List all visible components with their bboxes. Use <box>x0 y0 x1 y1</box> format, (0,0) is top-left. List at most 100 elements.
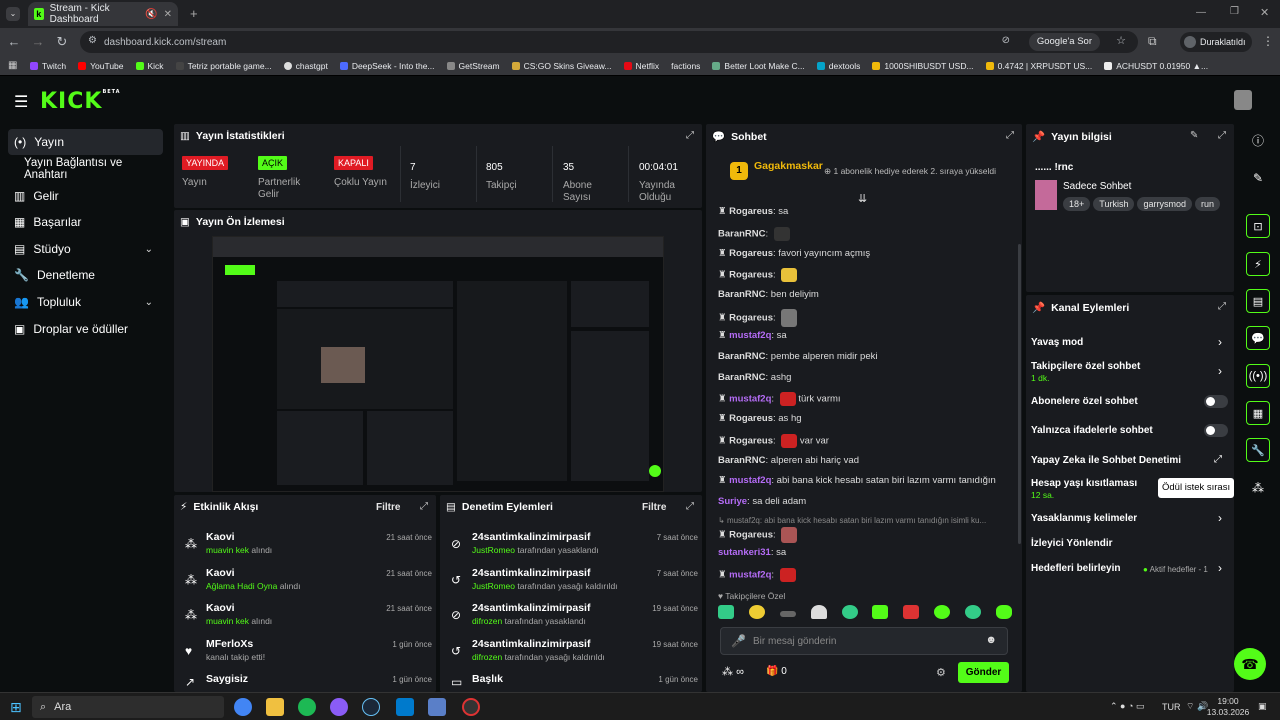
action-redirect-viewers[interactable]: İzleyici Yönlendir <box>1031 538 1113 549</box>
gift-sub-button[interactable]: 🎁 0 <box>766 666 787 677</box>
chat-message[interactable]: ♜ mustaf2q: <box>718 568 796 582</box>
action-set-goals[interactable]: Hedefleri belirleyin <box>1031 563 1120 574</box>
emote-icon[interactable] <box>810 605 827 619</box>
pencil-icon[interactable]: ✎ <box>1246 166 1270 190</box>
support-chat-icon[interactable]: ☎ <box>1234 648 1266 680</box>
close-window-icon[interactable]: ✕ <box>1260 6 1269 19</box>
rail-broadcast-icon[interactable]: ((•)) <box>1246 364 1270 388</box>
expand-icon[interactable]: ⤢ <box>1218 130 1226 141</box>
rail-grid-icon[interactable]: ▦ <box>1246 401 1270 425</box>
activity-row[interactable]: ↗ Saygisiz 1 gün önce <box>182 673 432 691</box>
chat-message[interactable]: ♜ Rogareus: <box>718 527 798 543</box>
bookmark-factions[interactable]: factions <box>671 61 700 71</box>
expand-icon[interactable]: ⤢ <box>1006 130 1014 141</box>
moderation-row[interactable]: ▭ Başlık 1 gün önce <box>448 673 698 691</box>
collapse-pinned-icon[interactable]: ⇊ <box>858 192 867 205</box>
browser-menu-icon[interactable]: ⋮ <box>1262 34 1274 48</box>
taskbar-search[interactable]: ⌕ Ara <box>32 696 224 718</box>
bookmark-getstream[interactable]: GetStream <box>446 61 500 71</box>
hamburger-menu-icon[interactable]: ☰ <box>14 92 28 112</box>
bookmark-xrp[interactable]: 0.4742 | XRPUSDT US... <box>985 61 1092 71</box>
app-taskbar-icon[interactable] <box>428 698 446 716</box>
spotify-taskbar-icon[interactable] <box>298 698 316 716</box>
bookmark-chatgpt[interactable]: chastgpt <box>283 61 328 71</box>
vscode-taskbar-icon[interactable] <box>396 698 414 716</box>
bookmark-csgo[interactable]: CS:GO Skins Giveaw... <box>511 61 612 71</box>
action-followers-only[interactable]: Takipçilere özel sohbet 1 dk. <box>1031 361 1140 383</box>
bookmark-dextools[interactable]: dextools <box>816 61 860 71</box>
moderation-row[interactable]: ↺ 24santimkalinzimirpasif JustRomeo tarafı… <box>448 567 698 601</box>
channel-points-icon[interactable]: ⁂ ∞ <box>722 665 744 678</box>
chat-message[interactable]: ♜ Rogareus: <box>718 309 798 327</box>
action-banned-words[interactable]: Yasaklanmış kelimeler <box>1031 513 1137 524</box>
activity-row[interactable]: ⁂ Kaovi muavin kek alındı 21 saat önce <box>182 531 432 565</box>
back-icon[interactable]: ← <box>4 34 24 49</box>
close-tab-icon[interactable]: ✕ <box>164 9 172 20</box>
chat-message[interactable]: BaranRNC: ben deliyim <box>718 289 819 300</box>
emote-only-toggle[interactable] <box>1204 424 1228 437</box>
emote-icon[interactable] <box>903 605 920 619</box>
kick-logo[interactable]: KICKBETA <box>40 89 121 114</box>
activity-row[interactable]: ♥ MFerloXs kanalı takip etti! 1 gün önce <box>182 638 432 672</box>
bookmark-deepseek[interactable]: DeepSeek - Into the... <box>339 61 435 71</box>
browser-tab[interactable]: k Stream - Kick Dashboard 🔇 ✕ <box>28 2 178 26</box>
bookmark-betterloot[interactable]: Better Loot Make C... <box>712 61 805 71</box>
expand-icon[interactable]: ⤢ <box>1218 301 1226 312</box>
sidebar-item-drops[interactable]: ▣ Droplar ve ödüller <box>8 316 163 342</box>
edit-icon[interactable]: ✎ <box>1190 130 1198 141</box>
chat-message[interactable]: ♜ mustaf2q: türk varmı <box>718 392 841 406</box>
emote-icon[interactable] <box>934 605 951 619</box>
extensions-icon[interactable]: ⧉ <box>1148 34 1157 49</box>
site-info-icon[interactable]: ⚙ <box>88 35 97 46</box>
tab-search-icon[interactable]: ⌄ <box>6 7 20 21</box>
sidebar-item-community[interactable]: 👥 Topluluk ⌄ <box>8 289 163 315</box>
chat-message[interactable]: ♜ Rogareus: var var <box>718 434 829 448</box>
chat-message[interactable]: ♜ Rogareus: as hg <box>718 413 802 424</box>
activity-row[interactable]: ⁂ Kaovi Ağlama Hadi Oyna alındı 21 saat önc… <box>182 567 432 601</box>
activity-filter-button[interactable]: Filtre <box>376 502 400 513</box>
info-icon[interactable]: ⓘ <box>1246 128 1270 152</box>
emoji-icon[interactable]: ☻ <box>985 634 997 646</box>
emote-icon[interactable] <box>718 605 734 619</box>
moderation-row[interactable]: ⊘ 24santimkalinzimirpasif difrozen tarafın… <box>448 602 698 636</box>
action-slow-mode[interactable]: Yavaş mod <box>1031 337 1083 348</box>
bookmark-netflix[interactable]: Netflix <box>623 61 659 71</box>
chat-message[interactable]: BaranRNC: alperen abi hariç vad <box>718 455 859 466</box>
chat-message[interactable]: ♜ mustaf2q: sa <box>718 330 787 341</box>
chat-input[interactable]: 🎤 Bir mesaj gönderin ☻ <box>720 627 1008 655</box>
discord-taskbar-icon[interactable] <box>330 698 348 716</box>
windows-start-icon[interactable]: ⊞ <box>10 699 22 716</box>
language-indicator[interactable]: TUR <box>1162 702 1181 712</box>
sidebar-item-stream[interactable]: (•) Yayın <box>8 129 163 155</box>
rail-wrench-icon[interactable]: 🔧 <box>1246 438 1270 462</box>
chevron-right-icon[interactable]: › <box>1218 561 1222 575</box>
expand-icon[interactable]: ⤢ <box>686 130 694 141</box>
send-button[interactable]: Gönder <box>958 662 1009 683</box>
url-field[interactable]: ⚙ dashboard.kick.com/stream ⊘ Google'a S… <box>80 31 1138 53</box>
obs-taskbar-icon[interactable] <box>462 698 480 716</box>
moderation-row[interactable]: ⊘ 24santimkalinzimirpasif JustRomeo tarafı… <box>448 531 698 565</box>
sidebar-item-revenue[interactable]: ▥ Gelir <box>8 183 163 209</box>
sidebar-item-studio[interactable]: ▤ Stüdyo ⌄ <box>8 236 163 262</box>
restore-icon[interactable]: ❐ <box>1230 6 1239 17</box>
chat-message[interactable]: BaranRNC: pembe alperen midir peki <box>718 351 877 362</box>
sidebar-item-moderation[interactable]: 🔧 Denetleme <box>8 262 163 288</box>
reply-preview[interactable]: ↳ mustaf2q: abi bana kick hesabı satan b… <box>718 516 1014 525</box>
action-ai-moderation[interactable]: Yapay Zeka ile Sohbet Denetimi <box>1031 455 1181 466</box>
emote-icon[interactable] <box>748 605 765 619</box>
minimize-icon[interactable]: — <box>1196 7 1206 18</box>
bookmark-youtube[interactable]: YouTube <box>78 61 124 71</box>
microphone-icon[interactable]: 🎤 <box>731 634 746 648</box>
chat-message[interactable]: BaranRNC: ashg <box>718 372 791 383</box>
chat-message[interactable]: sutankeri31: sa <box>718 547 786 558</box>
clock[interactable]: 19:00 13.03.2026 <box>1206 696 1250 718</box>
bookmark-twitch[interactable]: Twitch <box>30 61 66 71</box>
bookmark-tetriz[interactable]: Tetriz portable game... <box>175 61 272 71</box>
bookmark-shib[interactable]: 1000SHIBUSDT USD... <box>872 61 974 71</box>
bookmark-star-icon[interactable]: ☆ <box>1116 34 1126 47</box>
sidebar-item-achievements[interactable]: ▦ Başarılar <box>8 209 163 235</box>
chrome-taskbar-icon[interactable] <box>234 698 252 716</box>
steam-taskbar-icon[interactable] <box>362 698 380 716</box>
emote-icon[interactable] <box>965 605 981 619</box>
emote-icon[interactable] <box>872 605 889 619</box>
